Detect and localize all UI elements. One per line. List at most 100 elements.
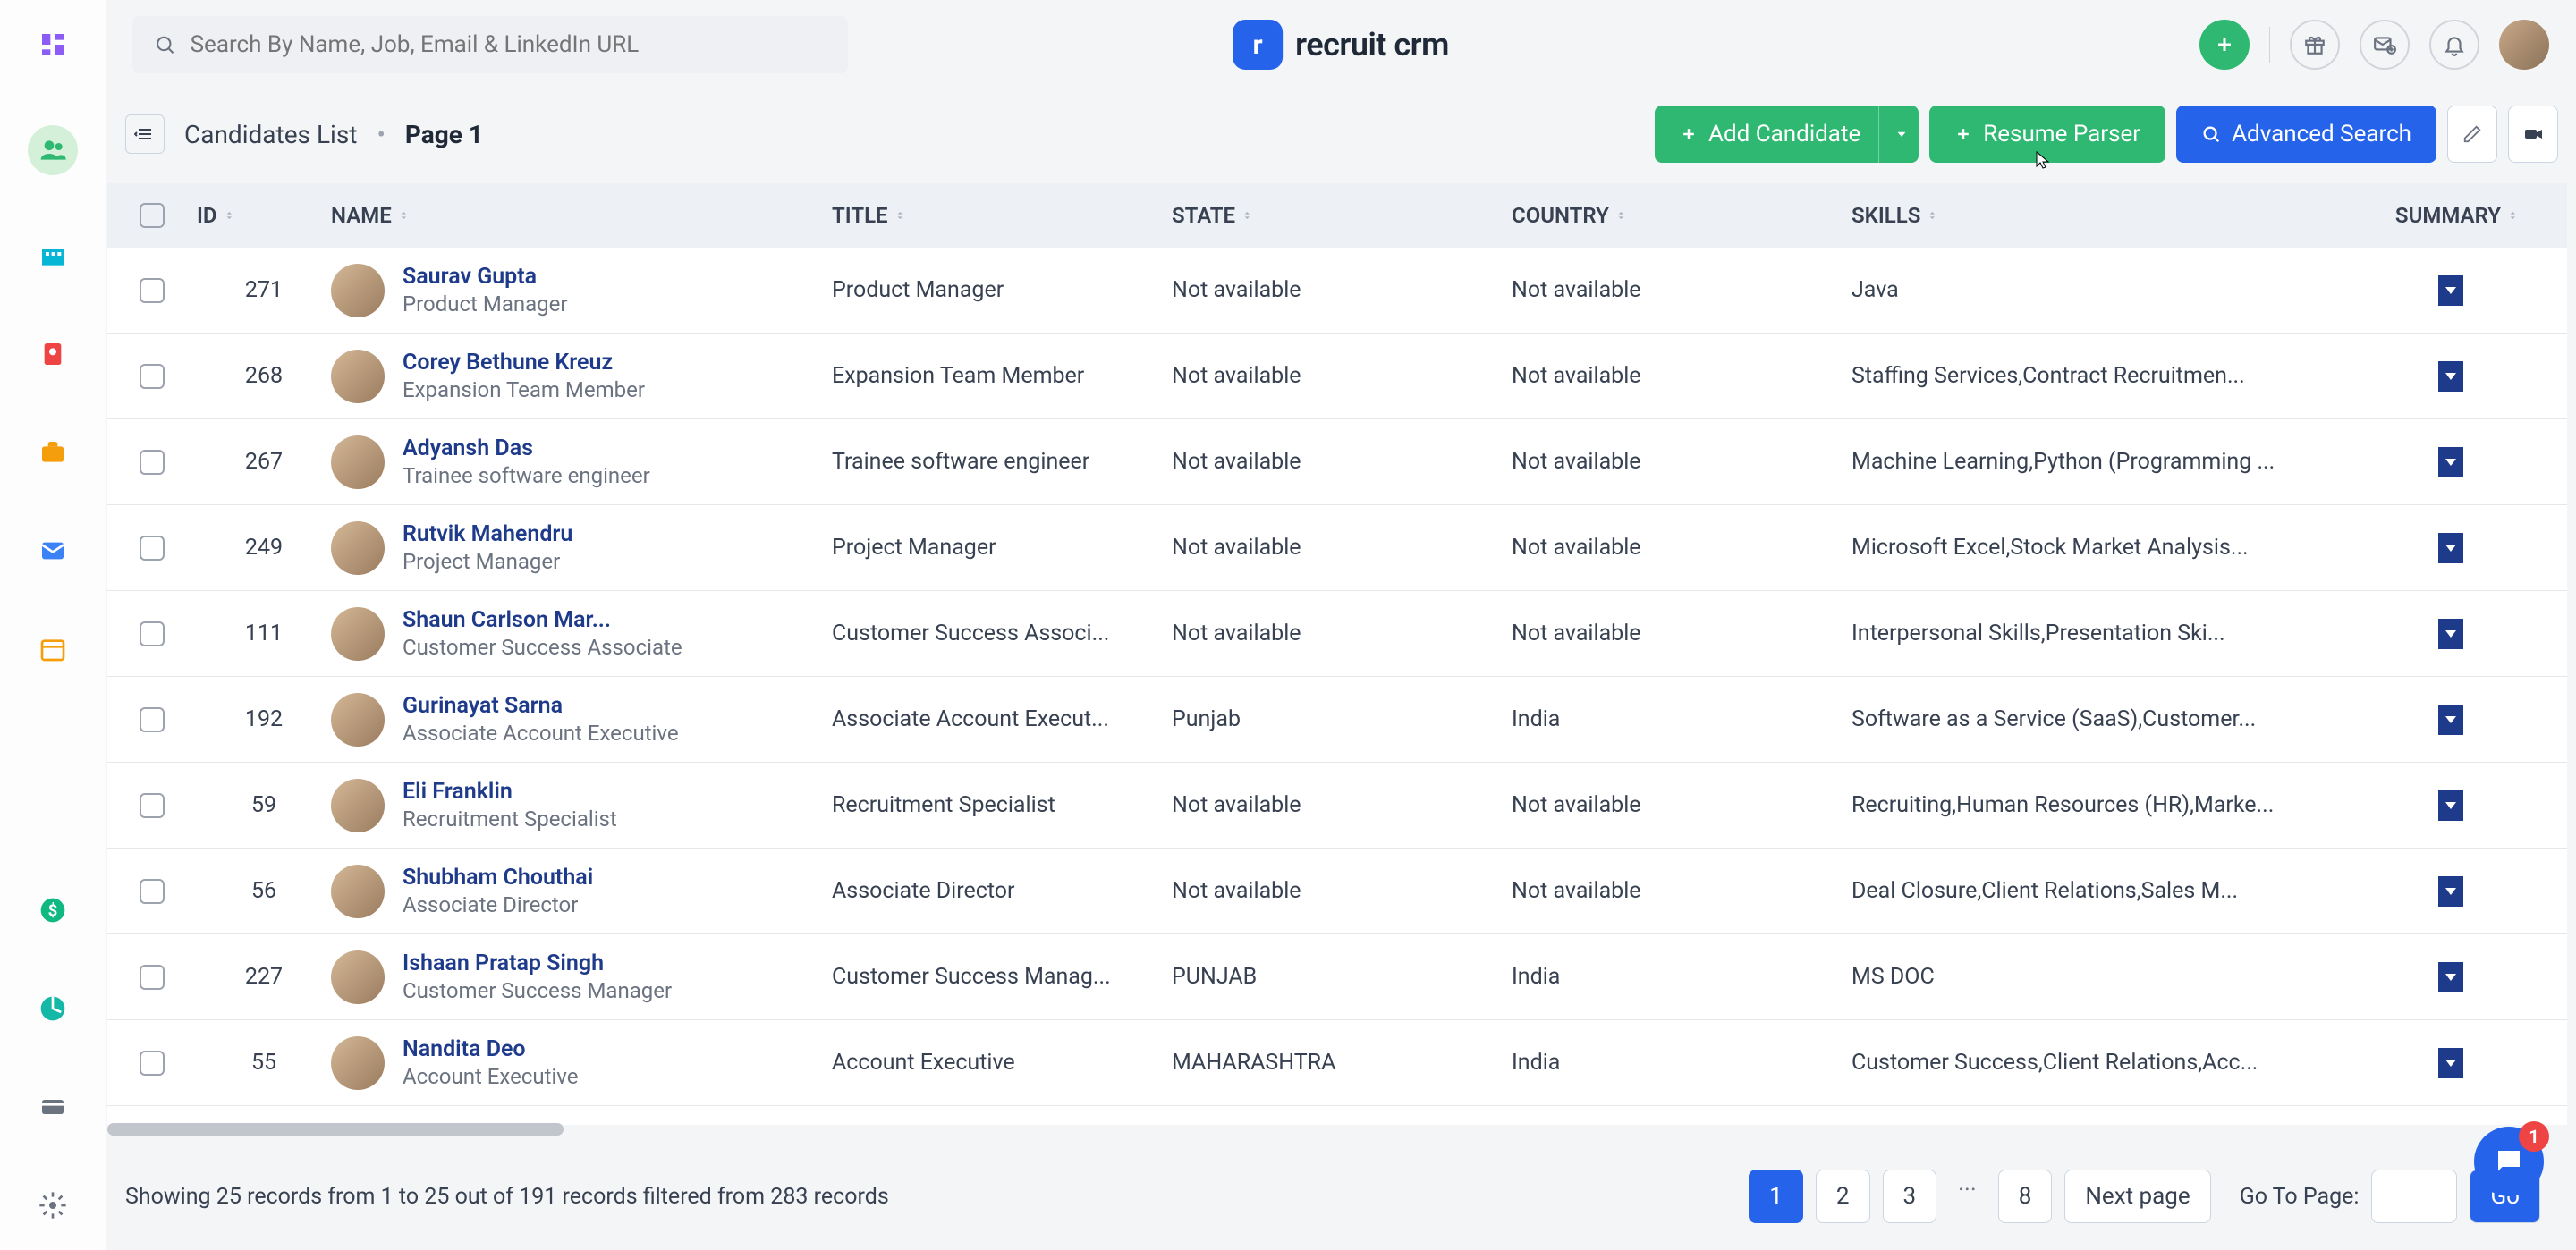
candidate-avatar[interactable] — [331, 779, 385, 832]
nav-settings-icon[interactable] — [35, 1187, 71, 1223]
table-row[interactable]: 192 Gurinayat Sarna Associate Account Ex… — [107, 677, 2567, 763]
candidate-avatar[interactable] — [331, 607, 385, 661]
candidate-name-link[interactable]: Shaun Carlson Mar... — [402, 607, 682, 633]
select-all-checkbox[interactable] — [140, 203, 165, 228]
row-title: Project Manager — [832, 535, 1172, 561]
sort-icon — [895, 208, 910, 223]
table-row[interactable]: 55 Nandita Deo Account Executive Account… — [107, 1020, 2567, 1106]
goto-page-input[interactable] — [2371, 1170, 2457, 1223]
row-checkbox[interactable] — [140, 364, 165, 389]
table-row[interactable]: 249 Rutvik Mahendru Project Manager Proj… — [107, 505, 2567, 591]
nav-contacts-icon[interactable] — [35, 336, 71, 372]
download-resume-icon[interactable] — [2438, 876, 2463, 907]
download-resume-icon[interactable] — [2438, 533, 2463, 563]
goto-label: Go To Page: — [2240, 1184, 2360, 1210]
download-resume-icon[interactable] — [2438, 361, 2463, 392]
page-button[interactable]: 3 — [1883, 1170, 1937, 1223]
candidate-avatar[interactable] — [331, 350, 385, 403]
column-summary[interactable]: SUMMARY — [2379, 203, 2558, 228]
advanced-search-button[interactable]: Advanced Search — [2176, 106, 2436, 163]
download-resume-icon[interactable] — [2438, 619, 2463, 649]
row-checkbox[interactable] — [140, 965, 165, 990]
candidate-avatar[interactable] — [331, 1036, 385, 1090]
download-resume-icon[interactable] — [2438, 275, 2463, 306]
candidate-name-link[interactable]: Gurinayat Sarna — [402, 693, 679, 719]
table-row[interactable]: 227 Ishaan Pratap Singh Customer Success… — [107, 934, 2567, 1020]
table-row[interactable]: 267 Adyansh Das Trainee software enginee… — [107, 419, 2567, 505]
row-checkbox[interactable] — [140, 707, 165, 732]
candidate-avatar[interactable] — [331, 435, 385, 489]
row-checkbox[interactable] — [140, 879, 165, 904]
candidate-avatar[interactable] — [331, 264, 385, 317]
notifications-button[interactable] — [2429, 20, 2479, 70]
column-name[interactable]: NAME — [331, 203, 832, 228]
dropdown-caret[interactable] — [1878, 106, 1910, 163]
nav-jobs-icon[interactable] — [35, 435, 71, 470]
candidate-name-link[interactable]: Corey Bethune Kreuz — [402, 350, 645, 376]
column-title[interactable]: TITLE — [832, 203, 1172, 228]
table-row[interactable]: 59 Eli Franklin Recruitment Specialist R… — [107, 763, 2567, 849]
nav-reports-icon[interactable] — [35, 991, 71, 1026]
horizontal-scrollbar[interactable] — [107, 1123, 564, 1136]
candidate-avatar[interactable] — [331, 865, 385, 918]
edit-columns-button[interactable] — [2447, 106, 2497, 163]
candidate-name-link[interactable]: Shubham Chouthai — [402, 865, 593, 891]
table-row[interactable]: 56 Shubham Chouthai Associate Director A… — [107, 849, 2567, 934]
column-id[interactable]: ID — [197, 203, 331, 228]
next-page-button[interactable]: Next page — [2064, 1170, 2210, 1223]
table-row[interactable]: 268 Corey Bethune Kreuz Expansion Team M… — [107, 334, 2567, 419]
add-button[interactable] — [2199, 20, 2250, 70]
table-row[interactable]: 271 Saurav Gupta Product Manager Product… — [107, 248, 2567, 334]
page-button[interactable]: 1 — [1749, 1170, 1803, 1223]
global-search[interactable] — [132, 16, 848, 73]
mail-button[interactable] — [2360, 20, 2410, 70]
row-checkbox[interactable] — [140, 1051, 165, 1076]
nav-mail-icon[interactable] — [35, 533, 71, 569]
candidate-avatar[interactable] — [331, 521, 385, 575]
page-button[interactable]: 8 — [1998, 1170, 2053, 1223]
candidate-name-link[interactable]: Eli Franklin — [402, 779, 617, 805]
candidate-avatar[interactable] — [331, 693, 385, 747]
candidate-name-link[interactable]: Ishaan Pratap Singh — [402, 950, 672, 976]
row-checkbox[interactable] — [140, 621, 165, 646]
chat-fab[interactable]: 1 — [2474, 1127, 2544, 1196]
nav-deals-icon[interactable]: $ — [35, 892, 71, 928]
brand-logo[interactable]: r recruit crm — [1233, 20, 1449, 70]
nav-companies-icon[interactable] — [35, 238, 71, 274]
gifts-button[interactable] — [2290, 20, 2340, 70]
download-resume-icon[interactable] — [2438, 705, 2463, 735]
download-resume-icon[interactable] — [2438, 962, 2463, 992]
search-input[interactable] — [191, 31, 826, 58]
row-checkbox[interactable] — [140, 278, 165, 303]
user-avatar[interactable] — [2499, 20, 2549, 70]
resume-parser-button[interactable]: Resume Parser — [1929, 106, 2165, 163]
page-button[interactable]: 2 — [1816, 1170, 1870, 1223]
candidate-name-link[interactable]: Adyansh Das — [402, 435, 650, 461]
download-resume-icon[interactable] — [2438, 790, 2463, 821]
sort-icon — [225, 208, 239, 223]
candidate-name-link[interactable]: Saurav Gupta — [402, 264, 568, 290]
nav-dashboard-icon[interactable] — [35, 27, 71, 63]
video-button[interactable] — [2508, 106, 2558, 163]
row-checkbox[interactable] — [140, 536, 165, 561]
table-row[interactable]: 111 Shaun Carlson Mar... Customer Succes… — [107, 591, 2567, 677]
toggle-sidebar-button[interactable] — [125, 114, 165, 154]
add-candidate-button[interactable]: Add Candidate — [1655, 106, 1919, 163]
column-country[interactable]: COUNTRY — [1512, 203, 1852, 228]
row-country: India — [1512, 706, 1852, 732]
nav-calendar-icon[interactable] — [35, 631, 71, 667]
candidate-avatar[interactable] — [331, 950, 385, 1004]
download-resume-icon[interactable] — [2438, 1048, 2463, 1078]
row-checkbox[interactable] — [140, 450, 165, 475]
column-skills[interactable]: SKILLS — [1852, 203, 2379, 228]
download-resume-icon[interactable] — [2438, 447, 2463, 477]
row-skills: Machine Learning,Python (Programming ... — [1852, 449, 2379, 475]
row-id: 55 — [197, 1050, 331, 1076]
candidate-name-link[interactable]: Rutvik Mahendru — [402, 521, 572, 547]
nav-billing-icon[interactable] — [35, 1089, 71, 1125]
candidate-name-link[interactable]: Nandita Deo — [402, 1036, 578, 1062]
row-id: 227 — [197, 964, 331, 990]
column-state[interactable]: STATE — [1172, 203, 1512, 228]
row-checkbox[interactable] — [140, 793, 165, 818]
nav-candidates-icon[interactable] — [28, 125, 78, 175]
